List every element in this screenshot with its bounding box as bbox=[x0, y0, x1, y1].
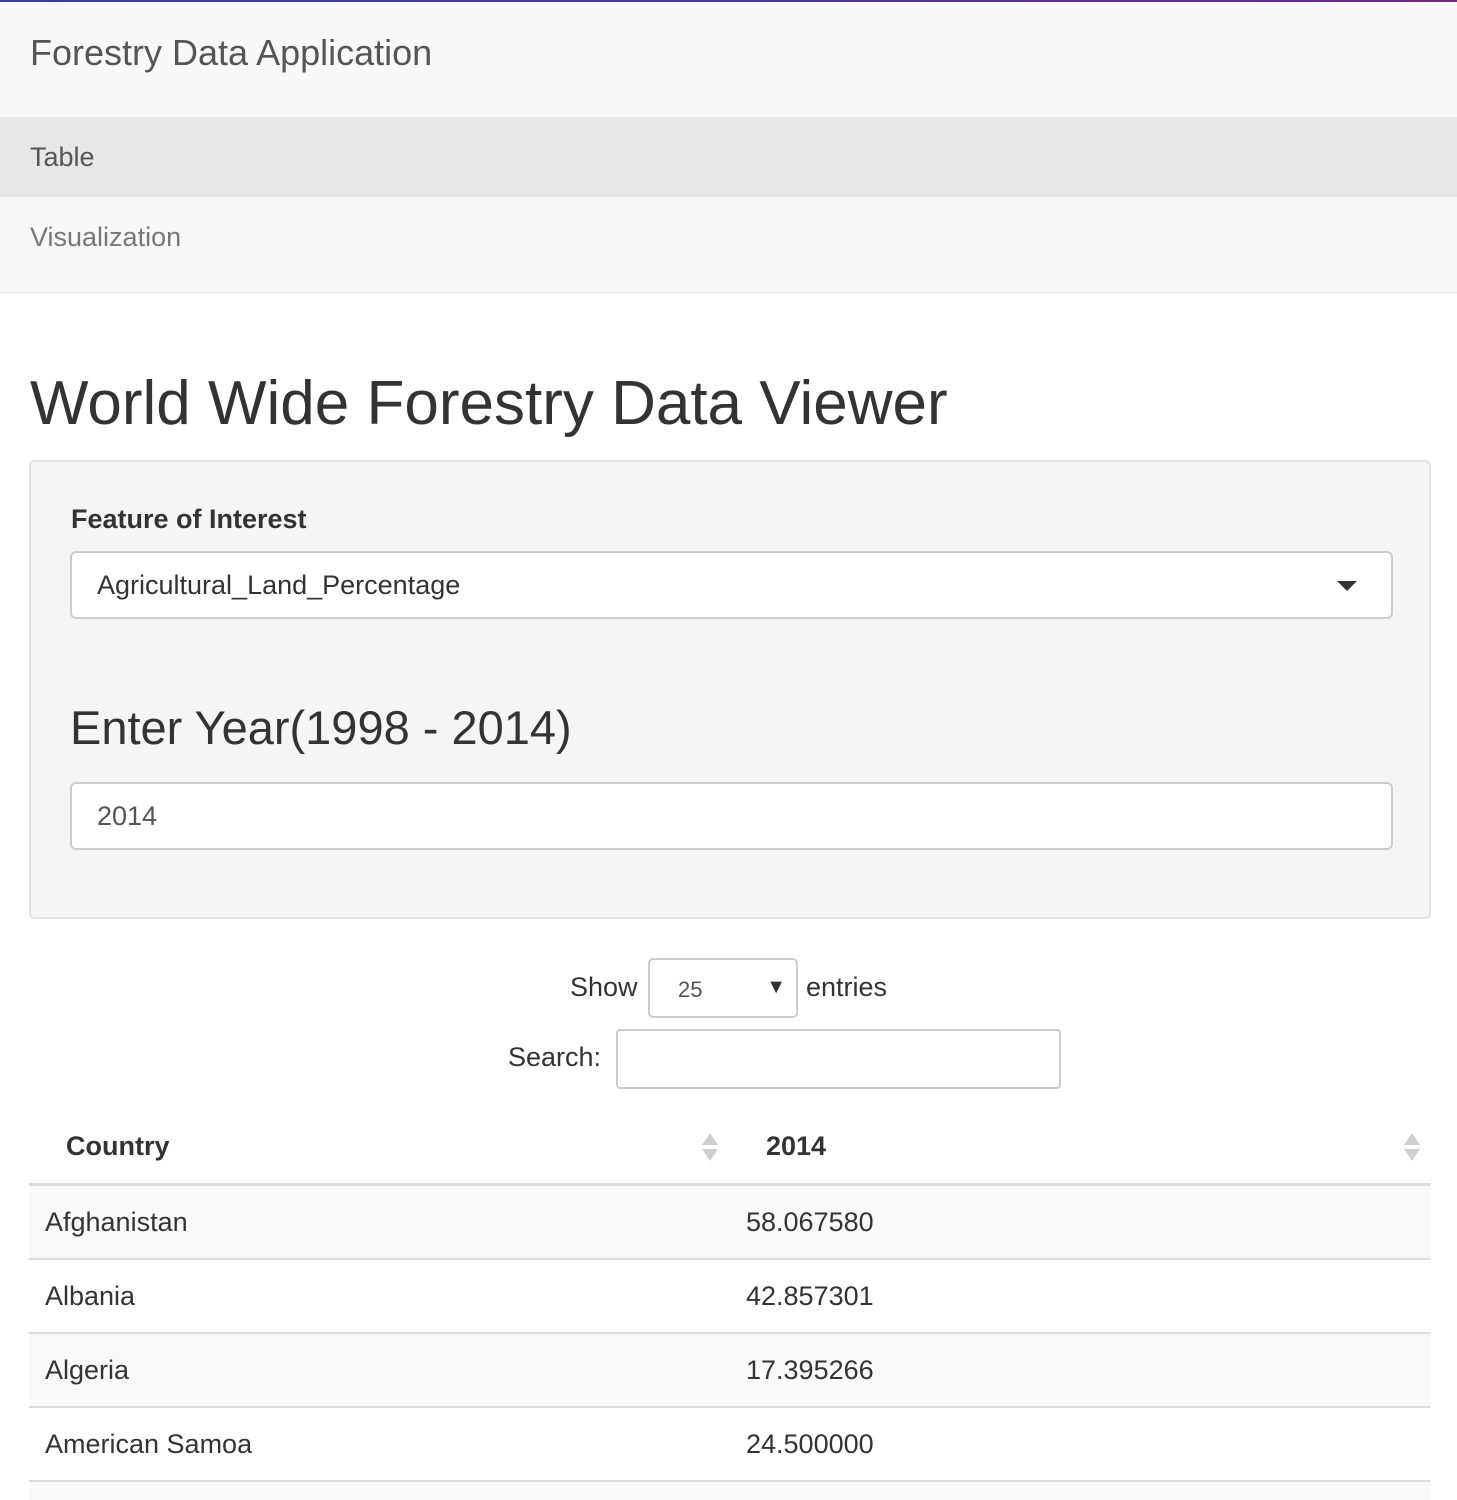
sort-icon bbox=[702, 1133, 718, 1163]
nav-item-visualization[interactable]: Visualization bbox=[0, 197, 1457, 277]
entries-length-value: 25 bbox=[678, 977, 703, 1002]
navbar: Forestry Data Application Table Visualiz… bbox=[0, 2, 1457, 293]
column-header-country[interactable]: Country bbox=[29, 1110, 730, 1183]
show-label: Show bbox=[570, 972, 638, 1002]
column-header-label: 2014 bbox=[766, 1131, 827, 1161]
country-cell: Algeria bbox=[45, 1355, 130, 1385]
table-row: Algeria 17.395266 bbox=[29, 1334, 1431, 1408]
column-header-year[interactable]: 2014 bbox=[730, 1110, 1431, 1183]
value-cell: 42.857301 bbox=[746, 1281, 874, 1311]
country-cell: American Samoa bbox=[45, 1429, 253, 1459]
table-body: Afghanistan 58.067580 Albania 42.857301 … bbox=[29, 1186, 1431, 1500]
feature-label: Feature of Interest bbox=[71, 504, 307, 534]
entries-length-select[interactable]: 25 ▼ bbox=[648, 958, 798, 1018]
country-cell: Afghanistan bbox=[45, 1207, 188, 1237]
table-header: Country 2014 bbox=[29, 1110, 1431, 1186]
table-row: Albania 42.857301 bbox=[29, 1260, 1431, 1334]
search-label: Search: bbox=[508, 1042, 602, 1072]
feature-select[interactable]: Agricultural_Land_Percentage bbox=[70, 551, 1393, 619]
page-title: World Wide Forestry Data Viewer bbox=[30, 369, 948, 438]
app-title[interactable]: Forestry Data Application bbox=[30, 32, 432, 74]
table-row: American Samoa 24.500000 bbox=[29, 1408, 1431, 1482]
sort-icon bbox=[1404, 1133, 1420, 1163]
value-cell: 24.500000 bbox=[746, 1429, 874, 1459]
year-input[interactable] bbox=[70, 782, 1393, 850]
search-input[interactable] bbox=[616, 1029, 1061, 1089]
value-cell: 17.395266 bbox=[746, 1355, 874, 1385]
table-row bbox=[29, 1482, 1431, 1500]
country-cell: Albania bbox=[45, 1281, 136, 1311]
value-cell: 58.067580 bbox=[746, 1207, 874, 1237]
dropdown-arrow-icon: ▼ bbox=[766, 976, 786, 998]
nav-item-table[interactable]: Table bbox=[0, 117, 1457, 197]
controls-panel: Feature of Interest Agricultural_Land_Pe… bbox=[29, 460, 1431, 919]
feature-select-value: Agricultural_Land_Percentage bbox=[97, 570, 461, 600]
column-header-label: Country bbox=[66, 1131, 170, 1161]
year-label: Enter Year(1998 - 2014) bbox=[70, 701, 572, 754]
entries-label: entries bbox=[806, 972, 888, 1002]
table-row: Afghanistan 58.067580 bbox=[29, 1186, 1431, 1260]
chevron-down-icon bbox=[1337, 581, 1357, 591]
